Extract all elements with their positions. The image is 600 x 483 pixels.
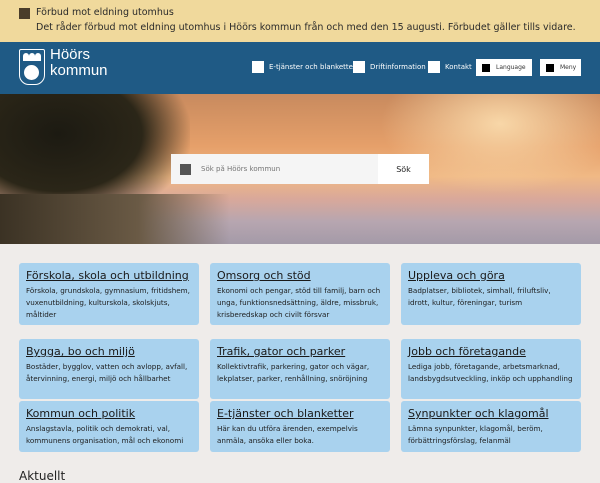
card-title[interactable]: Omsorg och stöd (217, 269, 383, 282)
card-text: Kollektivtrafik, parkering, gator och vä… (217, 362, 370, 383)
category-card[interactable]: Trafik, gator och parker Kollektivtrafik,… (210, 339, 390, 399)
nav-label: E-tjänster och blanketter (269, 63, 356, 71)
category-card[interactable]: Synpunkter och klagomål Lämna synpunkter,… (401, 401, 581, 452)
nav-e-services[interactable]: E-tjänster och blanketter (252, 61, 356, 73)
card-text: Förskola, grundskola, gymnasium, fritids… (26, 286, 190, 319)
card-text: Här kan du utföra ärenden, exempelvis an… (217, 424, 358, 445)
language-button[interactable]: Language (476, 59, 532, 76)
menu-label: Meny (560, 64, 577, 71)
card-text: Anslagstavla, politik och demokrati, val… (26, 424, 184, 445)
category-card[interactable]: Uppleva och göra Badplatser, bibliotek, s… (401, 263, 581, 325)
nav-label: Kontakt (445, 63, 472, 71)
search-icon (180, 164, 191, 175)
category-card[interactable]: Jobb och företagande Lediga jobb, företag… (401, 339, 581, 399)
card-text: Badplatser, bibliotek, simhall, frilufts… (408, 286, 551, 307)
search-button[interactable]: Sök (378, 154, 429, 184)
nav-label: Driftinformation (370, 63, 426, 71)
menu-icon (546, 63, 554, 72)
card-text: Ekonomi och pengar, stöd till familj, ba… (217, 286, 381, 319)
card-title[interactable]: Trafik, gator och parker (217, 345, 383, 358)
card-title[interactable]: Kommun och politik (26, 407, 192, 420)
card-text: Lämna synpunkter, klagomål, beröm, förbä… (408, 424, 543, 445)
contact-icon (428, 61, 440, 73)
card-title[interactable]: E-tjänster och blanketter (217, 407, 383, 420)
card-title[interactable]: Förskola, skola och utbildning (26, 269, 192, 282)
card-title[interactable]: Bygga, bo och miljö (26, 345, 192, 358)
category-card[interactable]: Förskola, skola och utbildning Förskola, … (19, 263, 199, 325)
search-bar: Sök (171, 154, 429, 184)
menu-button[interactable]: Meny (540, 59, 581, 76)
logo-text[interactable]: Höörs kommun (50, 47, 108, 79)
globe-icon (482, 63, 490, 72)
language-label: Language (496, 64, 526, 71)
alert-title: Förbud mot eldning utomhus (36, 7, 174, 18)
site-header: Höörs kommun E-tjänster och blanketter Dr… (0, 42, 600, 94)
search-input[interactable] (201, 154, 378, 184)
card-title[interactable]: Synpunkter och klagomål (408, 407, 574, 420)
nav-contact[interactable]: Kontakt (428, 61, 472, 73)
nav-operations-info[interactable]: Driftinformation (353, 61, 426, 73)
card-title[interactable]: Uppleva och göra (408, 269, 574, 282)
e-services-icon (252, 61, 264, 73)
category-card[interactable]: E-tjänster och blanketter Här kan du utfö… (210, 401, 390, 452)
card-text: Bostäder, bygglov, vatten och avlopp, av… (26, 362, 188, 383)
category-card[interactable]: Omsorg och stöd Ekonomi och pengar, stöd … (210, 263, 390, 325)
info-icon (353, 61, 365, 73)
logo-icon[interactable] (19, 49, 45, 85)
alert-icon (19, 8, 30, 19)
section-title: Aktuellt (19, 469, 66, 483)
card-title[interactable]: Jobb och företagande (408, 345, 574, 358)
category-card[interactable]: Kommun och politik Anslagstavla, politik … (19, 401, 199, 452)
category-card[interactable]: Bygga, bo och miljö Bostäder, bygglov, va… (19, 339, 199, 399)
alert-banner: Förbud mot eldning utomhus Det råder för… (0, 0, 600, 42)
alert-text: Det råder förbud mot eldning utomhus i H… (36, 22, 576, 33)
card-text: Lediga jobb, företagande, arbetsmarknad,… (408, 362, 573, 383)
